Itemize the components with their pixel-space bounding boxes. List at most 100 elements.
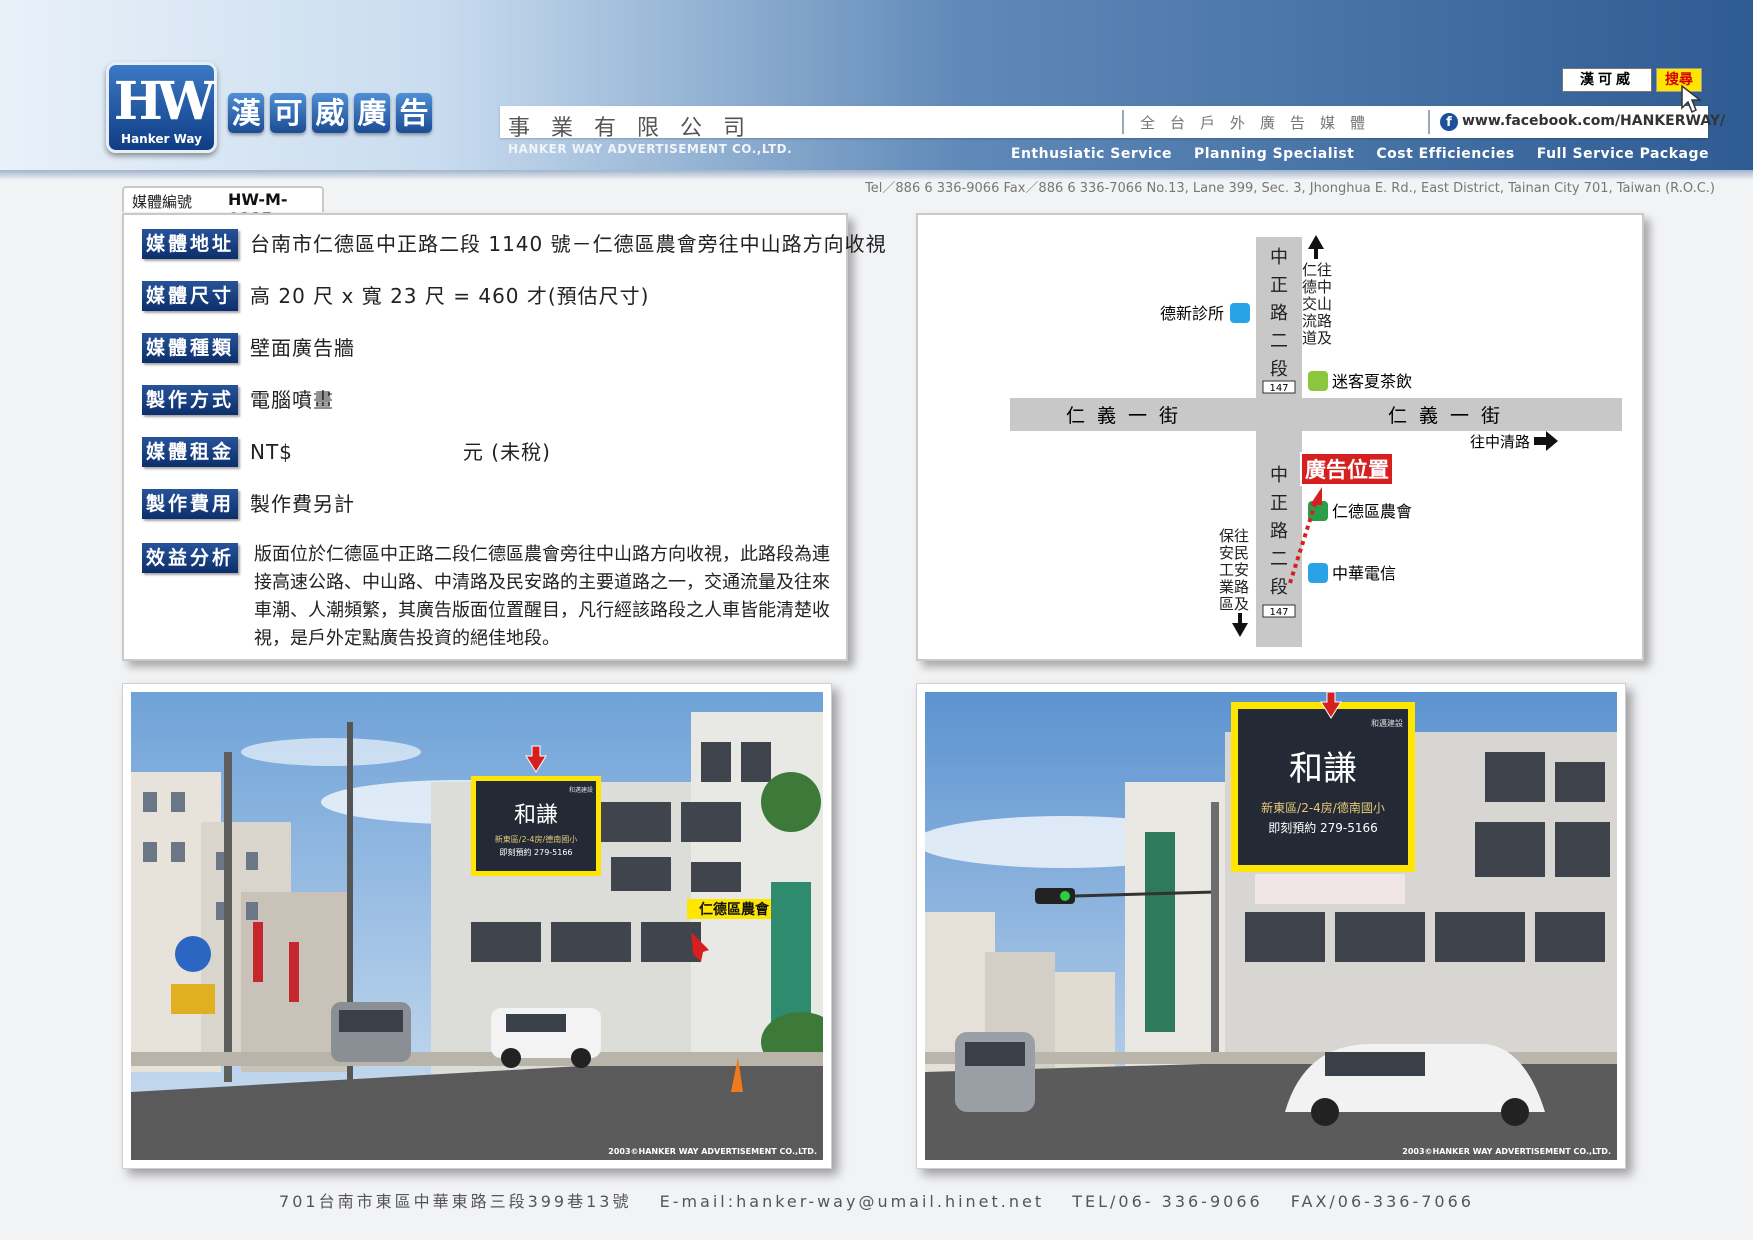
billboard-line1: 新東區/2-4房/德南國小: [495, 834, 577, 844]
contact-line: Tel／886 6 336-9066 Fax／886 6 336-7066 No…: [865, 181, 1715, 196]
divider: [1428, 110, 1430, 134]
road-h-left-label: 仁義一街: [1066, 405, 1190, 427]
brand-char: 告: [396, 93, 432, 133]
dir-right-label: 往中清路: [1470, 433, 1530, 451]
poi-label: 德新診所: [1160, 304, 1224, 323]
road-v-top-char-2: 正: [1270, 275, 1288, 296]
row-value-suffix: 元 (未稅): [462, 440, 551, 464]
footer: 701台南市東區中華東路三段399巷13號 E-mail:hanker-way@…: [0, 1188, 1753, 1212]
photo-image: 和謙 和邁建設 新東區/2-4房/德南國小 即刻預約 279-5166 仁德區農…: [131, 692, 823, 1160]
billboard-line2: 即刻預約 279-5166: [499, 847, 572, 857]
dir-top-line: 道及: [1302, 329, 1332, 347]
search-input[interactable]: 漢可威: [1562, 68, 1652, 92]
tagline: Planning Specialist: [1194, 146, 1355, 162]
taglines: Enthusiatic Service Planning Specialist …: [1011, 146, 1709, 162]
company-logo[interactable]: HW Hanker Way: [106, 62, 217, 153]
dir-top-line: 仁往: [1302, 261, 1332, 279]
footer-email[interactable]: E-mail:hanker-way@umail.hinet.net: [660, 1192, 1045, 1211]
arrow-up-icon: [1308, 235, 1324, 259]
row-value: 台南市仁德區中正路二段 1140 號－仁德區農會旁往中山路方向收視: [250, 232, 887, 256]
row-label: 媒體種類: [142, 333, 238, 363]
billboard-line2: 即刻預約 279-5166: [1268, 820, 1378, 835]
photo-copyright: 2003©HANKER WAY ADVERTISEMENT CO.,LTD.: [608, 1147, 817, 1156]
tagline: Enthusiatic Service: [1010, 146, 1172, 162]
tagline: Cost Efficiencies: [1376, 146, 1515, 162]
media-id-tab: 媒體編號 HW-M-0115: [122, 186, 324, 228]
row-label: 媒體地址: [142, 229, 238, 259]
brand-char: 威: [312, 93, 348, 133]
dir-bottom-line: 安民: [1219, 544, 1249, 562]
road-v-top-char-4: 二: [1270, 331, 1288, 352]
media-id-label: 媒體編號: [132, 193, 193, 211]
slogan: 全台戶外廣告媒體: [1140, 114, 1381, 132]
road-v-top-char-3: 路: [1270, 303, 1288, 324]
road-v-bottom-char-2: 正: [1270, 493, 1288, 514]
dir-bottom-line: 業路: [1219, 578, 1249, 596]
route-number-top: 147: [1269, 383, 1288, 394]
dir-top-line: 交山: [1302, 295, 1332, 313]
brand-char: 廣: [354, 93, 390, 133]
poi-label: 仁德區農會: [1332, 502, 1412, 521]
row-label: 媒體尺寸: [142, 281, 238, 311]
billboard-small: 和邁建設: [1371, 718, 1403, 728]
brand-char: 漢: [228, 93, 264, 133]
street-scene-left: 和謙 和邁建設 新東區/2-4房/德南國小 即刻預約 279-5166 仁德區農…: [131, 692, 823, 1160]
dir-top-line: 流路: [1302, 312, 1332, 330]
logo-subtitle: Hanker Way: [121, 132, 202, 146]
dir-bottom-line: 工安: [1219, 561, 1249, 579]
row-address: 媒體地址 台南市仁德區中正路二段 1140 號－仁德區農會旁往中山路方向收視: [142, 229, 887, 259]
row-value: NT$: [250, 440, 293, 464]
row-type: 媒體種類 壁面廣告牆: [142, 333, 355, 363]
billboard-brand: 和謙: [514, 803, 558, 828]
header-banner: [0, 0, 1753, 170]
arrow-right-icon: [1534, 431, 1558, 451]
dir-bottom-line: 保往: [1219, 527, 1249, 545]
cursor-icon: [1681, 84, 1702, 114]
row-value: 製作費另計: [250, 492, 355, 516]
road-v-bottom-char-3: 路: [1270, 521, 1288, 542]
map-drawing: 中 正 路 二 段 中 正 路 二 段 147 147 仁義一街 仁義一街 仁往…: [1010, 235, 1622, 647]
ad-position-label: 廣告位置: [1305, 458, 1389, 482]
road-v-bottom-char-1: 中: [1270, 465, 1288, 486]
farm-label: 仁德區農會: [699, 901, 770, 918]
company-english-name: HANKER WAY ADVERTISEMENT CO.,LTD.: [508, 142, 793, 156]
site-photo-right[interactable]: 和謙 和邁建設 新東區/2-4房/德南國小 即刻預約 279-5166 2003…: [916, 683, 1626, 1169]
poi-icon: [1308, 371, 1328, 391]
site-photo-left[interactable]: 和謙 和邁建設 新東區/2-4房/德南國小 即刻預約 279-5166 仁德區農…: [122, 683, 832, 1169]
logo-text: HW: [113, 71, 216, 132]
road-v-top-char-1: 中: [1270, 247, 1288, 268]
footer-tel: TEL/06- 336-9066: [1072, 1192, 1263, 1211]
facebook-icon[interactable]: f: [1440, 113, 1458, 131]
row-value: 高 20 尺 x 寬 23 尺 = 460 才(預估尺寸): [250, 284, 650, 308]
media-info-panel: 媒體地址 台南市仁德區中正路二段 1140 號－仁德區農會旁往中山路方向收視 媒…: [122, 213, 886, 661]
row-value: 電腦噴畫: [250, 388, 334, 412]
street-scene-right: 和謙 和邁建設 新東區/2-4房/德南國小 即刻預約 279-5166 2003…: [925, 692, 1617, 1160]
row-label: 製作費用: [142, 489, 238, 519]
company-type: 事業有限公司: [508, 116, 767, 141]
row-rent: 媒體租金 NT$ 元 (未稅): [142, 437, 551, 467]
location-map: 中 正 路 二 段 中 正 路 二 段 147 147 仁義一街 仁義一街 仁往…: [916, 213, 1644, 661]
facebook-link[interactable]: www.facebook.com/HANKERWAY/: [1462, 113, 1725, 129]
ad-pointer-arrow-icon: [1310, 487, 1322, 505]
dir-bottom-line: 區及: [1219, 595, 1249, 613]
route-number-bottom: 147: [1269, 607, 1288, 618]
poi-label: 迷客夏茶飲: [1332, 372, 1412, 391]
footer-fax: FAX/06-336-7066: [1290, 1192, 1474, 1211]
tagline: Full Service Package: [1536, 146, 1709, 162]
row-value: 壁面廣告牆: [250, 336, 355, 360]
poi-icon: [1230, 303, 1250, 323]
row-fee: 製作費用 製作費另計: [142, 489, 355, 519]
row-production: 製作方式 電腦噴畫: [142, 385, 334, 415]
brand-name: 漢 可 威 廣 告: [228, 93, 432, 133]
footer-address: 701台南市東區中華東路三段399巷13號: [279, 1192, 632, 1211]
photo-image: 和謙 和邁建設 新東區/2-4房/德南國小 即刻預約 279-5166 2003…: [925, 692, 1617, 1160]
road-h-right-label: 仁義一街: [1388, 405, 1512, 427]
arrow-down-icon: [1232, 613, 1248, 637]
brand-char: 可: [270, 93, 306, 133]
row-label: 製作方式: [142, 385, 238, 415]
dir-top-line: 德中: [1302, 278, 1332, 296]
road-v-bottom-char-4: 二: [1270, 549, 1288, 570]
poi-label: 中華電信: [1332, 564, 1396, 583]
row-analysis: 效益分析: [142, 543, 238, 573]
row-size: 媒體尺寸 高 20 尺 x 寬 23 尺 = 460 才(預估尺寸): [142, 281, 650, 311]
